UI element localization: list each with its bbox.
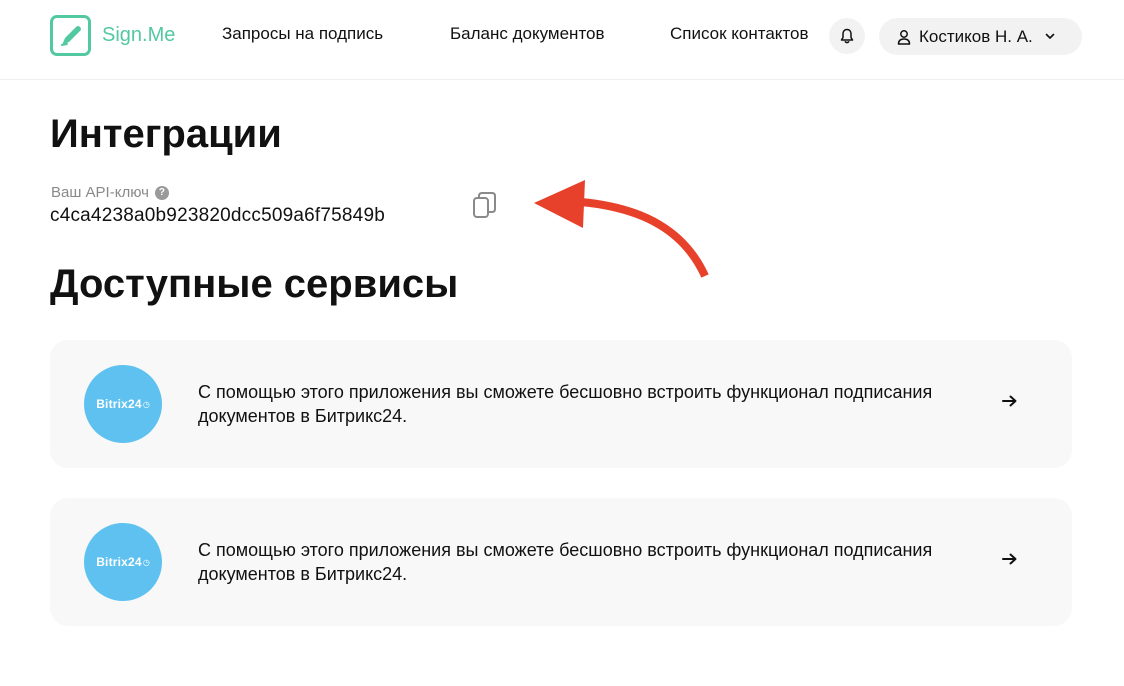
api-key-value: c4ca4238a0b923820dcc509a6f75849b [50, 205, 385, 226]
nav-contacts-list[interactable]: Список контактов [670, 24, 809, 44]
logo-text: Sign.Me [102, 24, 176, 46]
chevron-down-icon [1045, 33, 1055, 40]
service-description: С помощью этого приложения вы сможете бе… [198, 540, 933, 584]
notifications-button[interactable] [829, 18, 865, 54]
logo[interactable]: Sign.Me [50, 15, 175, 56]
bitrix24-logo-text: Bitrix24 [96, 555, 142, 569]
arrow-right-icon[interactable] [1002, 394, 1018, 408]
annotation-arrow [534, 180, 709, 278]
services-title: Доступные сервисы [50, 262, 459, 306]
arrow-right-icon[interactable] [1002, 552, 1018, 566]
bitrix24-logo: Bitrix24 ◷ [84, 365, 162, 443]
help-icon[interactable]: ? [154, 185, 169, 200]
user-icon [897, 29, 911, 45]
clock-icon: ◷ [142, 557, 150, 567]
page-title: Интеграции [50, 112, 282, 156]
pen-logo-icon [50, 15, 91, 56]
api-key-label: Ваш API-ключ [51, 184, 149, 201]
top-header: Sign.Me Запросы на подпись Баланс докуме… [0, 0, 1124, 80]
service-card-bitrix24[interactable]: Bitrix24 ◷ С помощью этого приложения вы … [50, 340, 1072, 468]
nav-documents-balance[interactable]: Баланс документов [450, 24, 605, 44]
nav-signature-requests[interactable]: Запросы на подпись [222, 24, 383, 44]
api-key-label-row: Ваш API-ключ ? [51, 184, 169, 201]
copy-icon[interactable] [471, 190, 499, 227]
service-card-bitrix24[interactable]: Bitrix24 ◷ С помощью этого приложения вы … [50, 498, 1072, 626]
user-name: Костиков Н. А. [919, 26, 1033, 46]
bitrix24-logo-text: Bitrix24 [96, 397, 142, 411]
user-menu-button[interactable]: Костиков Н. А. [879, 18, 1082, 55]
clock-icon: ◷ [142, 399, 150, 409]
bitrix24-logo: Bitrix24 ◷ [84, 523, 162, 601]
bell-icon [840, 28, 854, 44]
service-description: С помощью этого приложения вы сможете бе… [198, 382, 933, 426]
